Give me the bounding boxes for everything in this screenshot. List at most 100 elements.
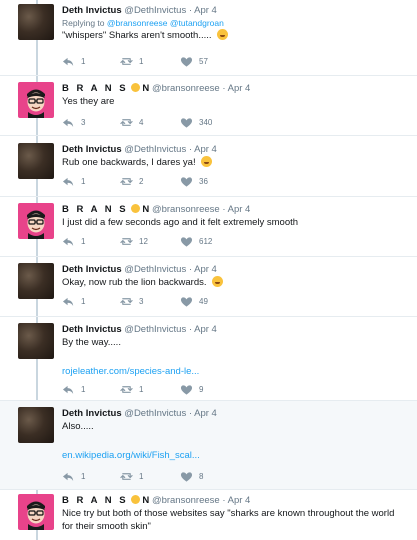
retweet-button[interactable]: 2 — [120, 176, 143, 188]
tweet[interactable]: B R A N S N @bransonreese · Apr 4 Nice t… — [0, 490, 417, 540]
timestamp[interactable]: · Apr 4 — [189, 324, 217, 335]
tweet-text: Okay, now rub the lion backwards. — [62, 276, 407, 289]
tweet-header: B R A N S N @bransonreese · Apr 4 — [62, 494, 407, 507]
handle[interactable]: @DethInvictus — [124, 144, 186, 155]
like-button[interactable]: 36 — [180, 176, 208, 188]
display-name[interactable]: B R A N S — [62, 204, 128, 215]
like-button[interactable]: 340 — [180, 117, 212, 129]
tweet-thread: Deth Invictus @DethInvictus · Apr 4 Repl… — [0, 0, 417, 540]
divider — [0, 135, 417, 136]
display-name[interactable]: Deth Invictus — [62, 324, 122, 335]
retweet-button[interactable]: 12 — [120, 236, 148, 248]
timestamp[interactable]: · Apr 4 — [222, 495, 250, 506]
retweet-count: 1 — [139, 57, 144, 66]
handle[interactable]: @DethInvictus — [124, 5, 186, 16]
display-name[interactable]: B R A N S — [62, 83, 128, 94]
tweet-actions: 1 1 9 — [62, 384, 362, 396]
like-button[interactable]: 8 — [180, 471, 203, 483]
retweet-icon — [120, 296, 139, 308]
retweet-icon — [120, 471, 139, 483]
display-name[interactable]: B R A N S — [62, 495, 128, 506]
tweet-link[interactable]: en.wikipedia.org/wiki/Fish_scal... — [62, 449, 407, 462]
divider — [0, 316, 417, 317]
display-name-suffix[interactable]: N — [142, 495, 149, 506]
display-name-suffix[interactable]: N — [142, 83, 149, 94]
reply-button[interactable]: 1 — [62, 296, 85, 308]
like-button[interactable]: 57 — [180, 56, 208, 68]
reply-button[interactable]: 1 — [62, 56, 85, 68]
retweet-button[interactable]: 1 — [120, 471, 143, 483]
avatar[interactable] — [18, 494, 54, 530]
like-button[interactable]: 49 — [180, 296, 208, 308]
reply-button[interactable]: 1 — [62, 384, 85, 396]
avatar[interactable] — [18, 4, 54, 40]
display-name[interactable]: Deth Invictus — [62, 264, 122, 275]
avatar[interactable] — [18, 203, 54, 239]
like-button[interactable]: 612 — [180, 236, 212, 248]
tweet-actions: 1 1 8 — [62, 471, 362, 483]
handle[interactable]: @DethInvictus — [124, 264, 186, 275]
like-count: 57 — [199, 57, 208, 66]
like-button[interactable]: 9 — [180, 384, 203, 396]
avatar[interactable] — [18, 323, 54, 359]
heart-icon — [180, 236, 199, 248]
tweet-text: I just did a few seconds ago and it felt… — [62, 217, 299, 228]
display-name[interactable]: Deth Invictus — [62, 144, 122, 155]
timestamp[interactable]: · Apr 4 — [189, 144, 217, 155]
tweet-header: Deth Invictus @DethInvictus · Apr 4 — [62, 143, 407, 156]
reply-icon — [62, 56, 81, 68]
retweet-button[interactable]: 1 — [120, 56, 143, 68]
timestamp[interactable]: · Apr 4 — [222, 204, 250, 215]
tweet-header: Deth Invictus @DethInvictus · Apr 4 — [62, 4, 407, 17]
timestamp[interactable]: · Apr 4 — [189, 5, 217, 16]
retweet-button[interactable]: 3 — [120, 296, 143, 308]
tweet-header: B R A N S N @bransonreese · Apr 4 — [62, 82, 407, 95]
face-emoji — [130, 495, 140, 504]
tweet-header: Deth Invictus @DethInvictus · Apr 4 — [62, 263, 407, 276]
timestamp[interactable]: · Apr 4 — [189, 264, 217, 275]
tweet-actions: 1 3 49 — [62, 296, 362, 308]
retweet-button[interactable]: 4 — [120, 117, 143, 129]
tweet-actions: 1 2 36 — [62, 176, 362, 188]
reply-count: 3 — [81, 118, 86, 127]
avatar[interactable] — [18, 143, 54, 179]
handle[interactable]: @bransonreese — [152, 495, 220, 506]
retweet-count: 1 — [139, 385, 144, 394]
reply-icon — [62, 176, 81, 188]
reply-icon — [62, 296, 81, 308]
retweet-button[interactable]: 1 — [120, 384, 143, 396]
retweet-icon — [120, 176, 139, 188]
avatar[interactable] — [18, 407, 54, 443]
heart-icon — [180, 471, 199, 483]
smiling-face-emoji — [217, 29, 229, 40]
tweet[interactable]: B R A N S N @bransonreese · Apr 4 Yes th… — [0, 79, 417, 141]
retweet-count: 1 — [139, 472, 144, 481]
reply-button[interactable]: 3 — [62, 117, 85, 129]
like-count: 8 — [199, 472, 204, 481]
tweet-actions: 1 1 57 — [62, 56, 362, 68]
reply-count: 1 — [81, 297, 86, 306]
tweet-text: Also..... — [62, 421, 94, 432]
handle[interactable]: @bransonreese — [152, 83, 220, 94]
reply-button[interactable]: 1 — [62, 471, 85, 483]
handle[interactable]: @DethInvictus — [124, 324, 186, 335]
reply-icon — [62, 471, 81, 483]
reply-icon — [62, 384, 81, 396]
display-name[interactable]: Deth Invictus — [62, 5, 122, 16]
avatar[interactable] — [18, 263, 54, 299]
timestamp[interactable]: · Apr 4 — [222, 83, 250, 94]
tweet-link[interactable]: rojeleather.com/species-and-le... — [62, 365, 407, 378]
display-name[interactable]: Deth Invictus — [62, 408, 122, 419]
handle[interactable]: @bransonreese — [152, 204, 220, 215]
avatar[interactable] — [18, 82, 54, 118]
reply-button[interactable]: 1 — [62, 176, 85, 188]
reply-button[interactable]: 1 — [62, 236, 85, 248]
timestamp[interactable]: · Apr 4 — [189, 408, 217, 419]
like-count: 9 — [199, 385, 204, 394]
handle[interactable]: @DethInvictus — [124, 408, 186, 419]
replying-to-link[interactable]: @bransonreese @tutandgroan — [107, 18, 224, 28]
display-name-suffix[interactable]: N — [142, 204, 149, 215]
like-count: 49 — [199, 297, 208, 306]
face-emoji — [130, 83, 140, 92]
tweet-text: Rub one backwards, I dares ya! — [62, 156, 407, 169]
